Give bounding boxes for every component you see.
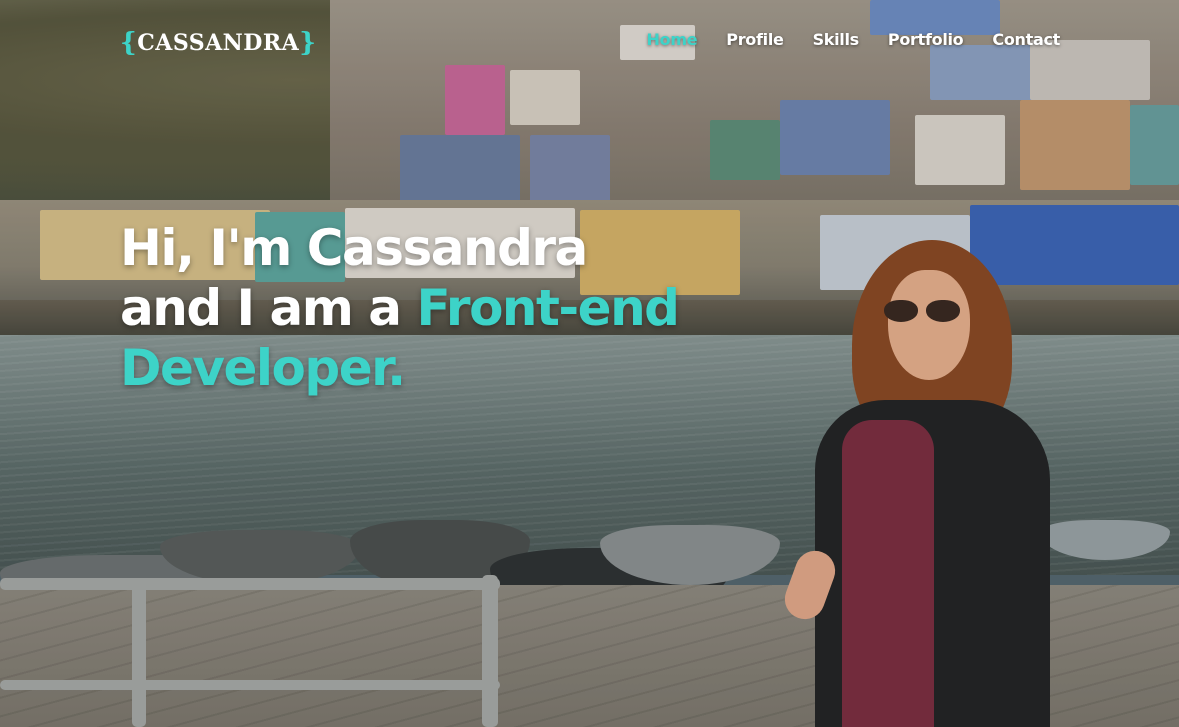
- logo-open-brace: {: [120, 28, 138, 58]
- headline-accent-developer: Developer.: [120, 339, 406, 397]
- nav-link-home[interactable]: Home: [647, 30, 698, 49]
- logo-text: CASSANDRA: [137, 30, 300, 56]
- headline-accent-front-end: Front-end: [416, 279, 680, 337]
- headline-line-2-prefix: and I am a: [120, 279, 417, 337]
- logo-close-brace: }: [299, 28, 317, 58]
- navbar: { CASSANDRA } Home Profile Skills Portfo…: [0, 0, 1179, 86]
- nav-link-contact[interactable]: Contact: [992, 30, 1060, 49]
- logo[interactable]: { CASSANDRA }: [120, 28, 316, 58]
- headline-line-1: Hi, I'm Cassandra: [120, 219, 588, 277]
- hero-section: { CASSANDRA } Home Profile Skills Portfo…: [0, 0, 1179, 727]
- nav-link-portfolio[interactable]: Portfolio: [888, 30, 964, 49]
- nav-link-skills[interactable]: Skills: [813, 30, 860, 49]
- main-nav: Home Profile Skills Portfolio Contact: [647, 30, 1061, 49]
- nav-link-profile[interactable]: Profile: [726, 30, 784, 49]
- hero-headline: Hi, I'm Cassandra and I am a Front-end D…: [120, 218, 740, 398]
